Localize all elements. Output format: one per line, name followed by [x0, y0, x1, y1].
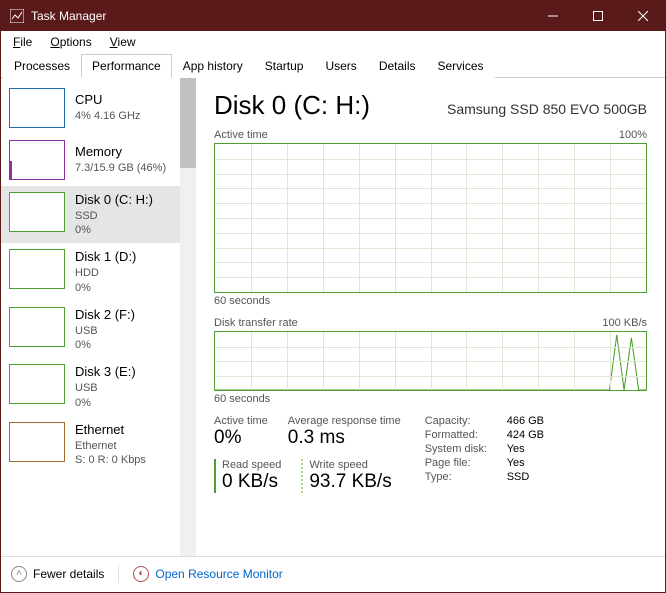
stat-write-label: Write speed — [309, 459, 391, 471]
chart2-footer: 60 seconds — [214, 393, 647, 405]
sidebar-item-title: Memory — [75, 144, 166, 161]
prop-pagefile-k: Page file: — [425, 457, 507, 469]
sidebar-item-sub1: USB — [75, 381, 136, 395]
titlebar[interactable]: Task Manager — [1, 1, 665, 31]
tab-processes[interactable]: Processes — [3, 54, 81, 78]
sidebar-item-sub1: 4% 4.16 GHz — [75, 109, 140, 123]
minimize-button[interactable] — [530, 1, 575, 31]
chart1-label: Active time — [214, 129, 268, 141]
sidebar-item-title: Disk 1 (D:) — [75, 249, 136, 266]
prop-capacity-k: Capacity: — [425, 415, 507, 427]
tab-strip: Processes Performance App history Startu… — [1, 53, 665, 78]
tab-startup[interactable]: Startup — [254, 54, 315, 78]
sidebar-item-cpu[interactable]: CPU4% 4.16 GHz — [1, 82, 196, 134]
sidebar-item-sub2: 0% — [75, 396, 136, 410]
main-panel: Disk 0 (C: H:) Samsung SSD 850 EVO 500GB… — [196, 78, 665, 556]
transfer-rate-chart — [214, 331, 647, 391]
sidebar-item-sub1: Ethernet — [75, 439, 146, 453]
sidebar-thumb — [9, 249, 65, 289]
footer-divider — [118, 565, 119, 583]
prop-type-v: SSD — [507, 471, 530, 483]
prop-capacity-v: 466 GB — [507, 415, 544, 427]
orm-label: Open Resource Monitor — [155, 567, 282, 581]
sidebar-item-disk-2-f-[interactable]: Disk 2 (F:)USB0% — [1, 301, 196, 358]
sidebar-thumb — [9, 364, 65, 404]
footer-bar: ˄ Fewer details ◐ Open Resource Monitor — [1, 556, 665, 590]
chart1-max: 100% — [619, 129, 647, 141]
prop-systemdisk-v: Yes — [507, 443, 525, 455]
prop-formatted-k: Formatted: — [425, 429, 507, 441]
sidebar-item-sub2: 0% — [75, 281, 136, 295]
sidebar-item-title: Disk 3 (E:) — [75, 364, 136, 381]
scrollbar-thumb[interactable] — [180, 78, 196, 168]
sidebar-item-sub1: 7.3/15.9 GB (46%) — [75, 161, 166, 175]
sidebar-item-title: CPU — [75, 92, 140, 109]
open-resource-monitor-link[interactable]: ◐ Open Resource Monitor — [133, 566, 282, 582]
stat-write-value: 93.7 KB/s — [309, 471, 391, 493]
sidebar-item-sub2: 0% — [75, 338, 135, 352]
sidebar-item-title: Ethernet — [75, 422, 146, 439]
stat-active-time-label: Active time — [214, 415, 268, 427]
prop-type-k: Type: — [425, 471, 507, 483]
resource-monitor-icon: ◐ — [133, 566, 149, 582]
prop-formatted-v: 424 GB — [507, 429, 544, 441]
maximize-button[interactable] — [575, 1, 620, 31]
menubar: File Options View — [1, 31, 665, 53]
stat-avg-resp-label: Average response time — [288, 415, 401, 427]
stat-read-label: Read speed — [222, 459, 281, 471]
sidebar-item-disk-3-e-[interactable]: Disk 3 (E:)USB0% — [1, 358, 196, 415]
sidebar-item-memory[interactable]: Memory7.3/15.9 GB (46%) — [1, 134, 196, 186]
sidebar-item-disk-1-d-[interactable]: Disk 1 (D:)HDD0% — [1, 243, 196, 300]
sidebar-scrollbar[interactable] — [180, 78, 196, 556]
performance-sidebar[interactable]: CPU4% 4.16 GHzMemory7.3/15.9 GB (46%)Dis… — [1, 78, 196, 477]
sidebar-item-sub2: S: 0 R: 0 Kbps — [75, 453, 146, 467]
fewer-details-button[interactable]: ˄ Fewer details — [11, 566, 104, 582]
tab-users[interactable]: Users — [314, 54, 367, 78]
stat-read-value: 0 KB/s — [222, 471, 281, 493]
sidebar-item-title: Disk 0 (C: H:) — [75, 192, 153, 209]
tab-details[interactable]: Details — [368, 54, 427, 78]
sidebar-item-title: Disk 2 (F:) — [75, 307, 135, 324]
chart1-footer: 60 seconds — [214, 295, 647, 307]
sidebar-thumb — [9, 88, 65, 128]
prop-systemdisk-k: System disk: — [425, 443, 507, 455]
tab-services[interactable]: Services — [427, 54, 495, 78]
close-button[interactable] — [620, 1, 665, 31]
sidebar-thumb — [9, 307, 65, 347]
tab-app-history[interactable]: App history — [172, 54, 254, 78]
menu-view[interactable]: View — [102, 33, 144, 51]
resource-model: Samsung SSD 850 EVO 500GB — [447, 101, 647, 117]
window-title: Task Manager — [31, 9, 530, 23]
sidebar-thumb — [9, 140, 65, 180]
sidebar-item-sub1: HDD — [75, 266, 136, 280]
prop-pagefile-v: Yes — [507, 457, 525, 469]
chart2-label: Disk transfer rate — [214, 317, 298, 329]
menu-file[interactable]: File — [5, 33, 40, 51]
sidebar-item-sub2: 0% — [75, 223, 153, 237]
sidebar-thumb — [9, 192, 65, 232]
chart2-max: 100 KB/s — [602, 317, 647, 329]
sidebar-item-disk-0-c-h-[interactable]: Disk 0 (C: H:)SSD0% — [1, 186, 196, 243]
menu-options[interactable]: Options — [42, 33, 99, 51]
fewer-details-label: Fewer details — [33, 567, 104, 581]
active-time-chart — [214, 143, 647, 293]
sidebar-item-ethernet[interactable]: EthernetEthernetS: 0 R: 0 Kbps — [1, 416, 196, 473]
sidebar-item-sub1: USB — [75, 324, 135, 338]
stat-avg-resp-value: 0.3 ms — [288, 427, 401, 449]
tab-performance[interactable]: Performance — [81, 54, 172, 78]
sidebar-item-sub1: SSD — [75, 209, 153, 223]
task-manager-icon — [9, 8, 25, 24]
stat-active-time-value: 0% — [214, 427, 268, 449]
resource-title: Disk 0 (C: H:) — [214, 90, 370, 121]
chevron-up-icon: ˄ — [11, 566, 27, 582]
sidebar-thumb — [9, 422, 65, 462]
